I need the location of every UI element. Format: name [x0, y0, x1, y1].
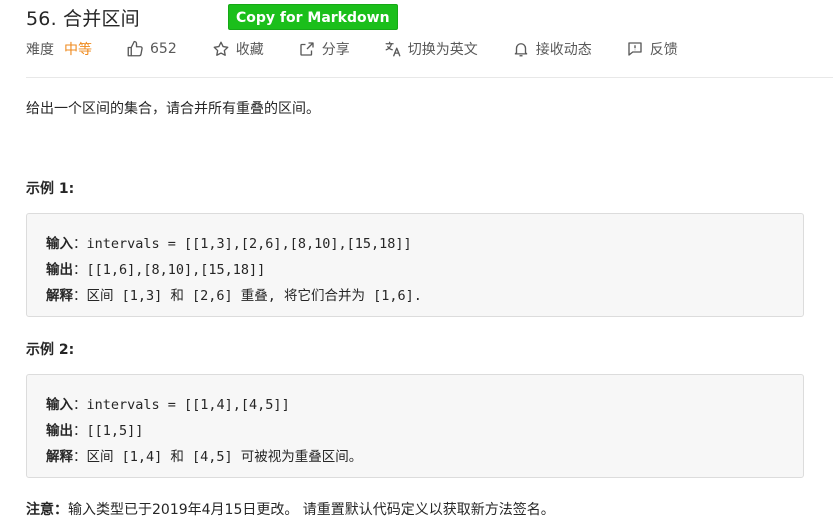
- example-1-box: 输入：intervals = [[1,3],[2,6],[8,10],[15,1…: [26, 213, 804, 317]
- favorite-button[interactable]: 收藏: [212, 39, 264, 59]
- example-2-output: 输出：[[1,5]]: [46, 419, 143, 439]
- example-2-title: 示例 2:: [26, 342, 75, 358]
- input-label: 输入: [46, 397, 73, 413]
- note-text: 输入类型已于2019年4月15日更改。 请重置默认代码定义以获取新方法签名。: [68, 502, 555, 518]
- star-icon: [212, 40, 230, 58]
- likes-count: 652: [150, 41, 177, 57]
- example-2-explanation: 解释：区间 [1,4] 和 [4,5] 可被视为重叠区间。: [46, 445, 362, 465]
- translate-button[interactable]: 切换为英文: [384, 39, 478, 59]
- example-2-input: 输入：intervals = [[1,4],[4,5]]: [46, 393, 290, 413]
- like-button[interactable]: 652: [126, 40, 177, 58]
- note: 注意：输入类型已于2019年4月15日更改。 请重置默认代码定义以获取新方法签名…: [26, 499, 555, 519]
- bell-icon: [512, 40, 530, 58]
- explain-value: ：区间 [1,4] 和 [4,5] 可被视为重叠区间。: [73, 449, 363, 465]
- example-1-input: 输入：intervals = [[1,3],[2,6],[8,10],[15,1…: [46, 232, 412, 252]
- share-icon: [298, 40, 316, 58]
- divider: [26, 77, 833, 78]
- output-value: ：[[1,5]]: [73, 423, 144, 439]
- thumbs-up-icon: [126, 40, 144, 58]
- example-1-explanation: 解释：区间 [1,3] 和 [2,6] 重叠, 将它们合并为 [1,6].: [46, 284, 422, 304]
- example-2-box: 输入：intervals = [[1,4],[4,5]] 输出：[[1,5]] …: [26, 374, 804, 478]
- input-value: ：intervals = [[1,3],[2,6],[8,10],[15,18]…: [73, 236, 412, 252]
- translate-label: 切换为英文: [407, 42, 478, 58]
- difficulty-label: 难度: [26, 42, 54, 58]
- feedback-icon: [626, 40, 644, 58]
- problem-description: 给出一个区间的集合，请合并所有重叠的区间。: [26, 101, 320, 117]
- share-label: 分享: [321, 42, 350, 58]
- input-label: 输入: [46, 236, 73, 252]
- feedback-button[interactable]: 反馈: [626, 39, 678, 59]
- problem-meta-bar: 难度 中等 652 收藏 分享 切换为英文 接收动态 反馈: [26, 37, 678, 61]
- explain-label: 解释: [46, 288, 73, 304]
- title-row: 56. 合并区间: [26, 2, 140, 32]
- example-1-title: 示例 1:: [26, 181, 75, 197]
- favorite-label: 收藏: [235, 42, 264, 58]
- subscribe-button[interactable]: 接收动态: [512, 39, 592, 59]
- difficulty-value: 中等: [64, 42, 92, 58]
- output-label: 输出: [46, 423, 73, 439]
- output-label: 输出: [46, 262, 73, 278]
- translate-icon: [384, 40, 402, 58]
- output-value: ：[[1,6],[8,10],[15,18]]: [73, 262, 266, 278]
- input-value: ：intervals = [[1,4],[4,5]]: [73, 397, 290, 413]
- problem-title: 56. 合并区间: [26, 7, 140, 30]
- feedback-label: 反馈: [649, 42, 678, 58]
- subscribe-label: 接收动态: [535, 42, 592, 58]
- copy-for-markdown-button[interactable]: Copy for Markdown: [228, 4, 398, 30]
- explain-label: 解释: [46, 449, 73, 465]
- share-button[interactable]: 分享: [298, 39, 350, 59]
- difficulty: 难度 中等: [26, 39, 92, 59]
- note-label: 注意：: [26, 502, 68, 518]
- explain-value: ：区间 [1,3] 和 [2,6] 重叠, 将它们合并为 [1,6].: [73, 288, 422, 304]
- example-1-output: 输出：[[1,6],[8,10],[15,18]]: [46, 258, 265, 278]
